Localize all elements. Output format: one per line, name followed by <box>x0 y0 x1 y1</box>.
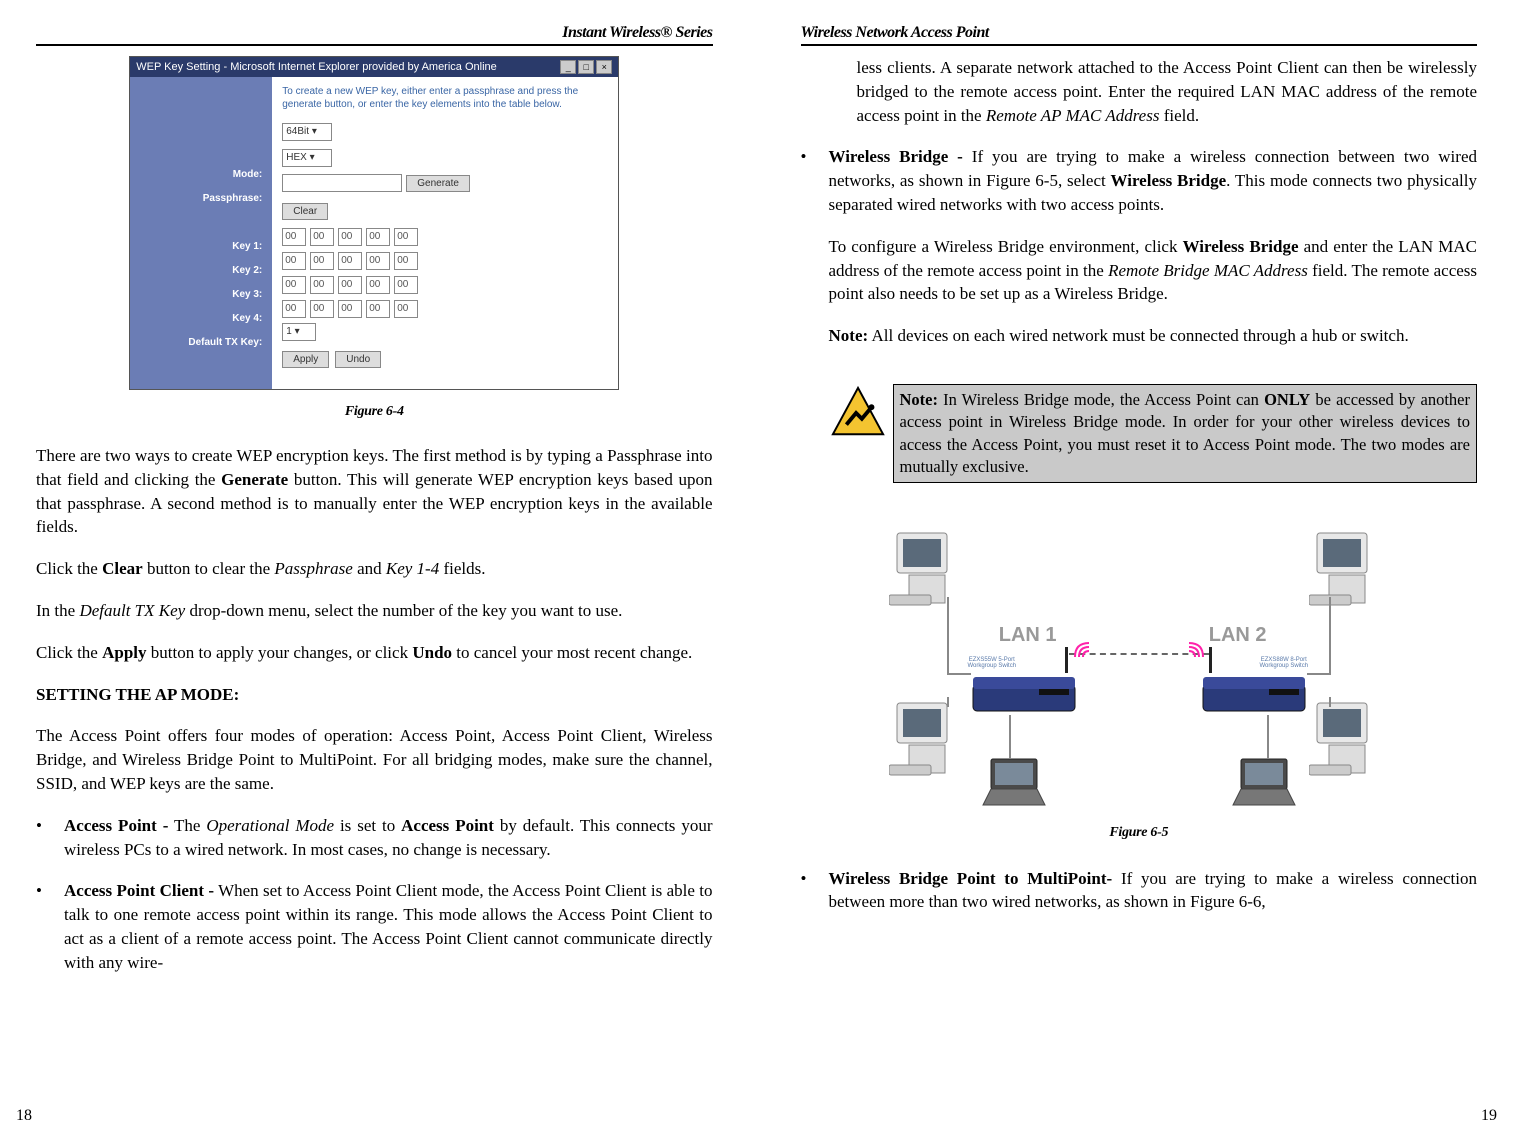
bullet-text: Wireless Bridge Point to MultiPoint- If … <box>829 867 1478 915</box>
maximize-button[interactable]: □ <box>578 60 594 74</box>
router-icon <box>969 667 1079 717</box>
left-p4: Click the Apply button to apply your cha… <box>36 641 713 665</box>
bullet-marker: • <box>801 867 829 915</box>
window-buttons: _ □ × <box>560 60 612 74</box>
bullet-marker: • <box>801 145 829 366</box>
key4-4[interactable]: 00 <box>366 300 390 318</box>
bullet-access-point: • Access Point - The Operational Mode is… <box>36 814 713 862</box>
key2-2[interactable]: 00 <box>310 252 334 270</box>
key4-label: Key 4: <box>134 307 268 331</box>
form-instruction: To create a new WEP key, either enter a … <box>282 85 608 111</box>
generate-button[interactable]: Generate <box>406 175 470 192</box>
left-header: Instant Wireless® Series <box>36 24 713 46</box>
key3-4[interactable]: 00 <box>366 276 390 294</box>
key3-1[interactable]: 00 <box>282 276 306 294</box>
bullet-wb-multipoint: • Wireless Bridge Point to MultiPoint- I… <box>801 867 1478 915</box>
right-page-number: 19 <box>1481 1107 1497 1125</box>
figure-6-5-caption: Figure 6-5 <box>801 823 1478 843</box>
key4-row: 00 00 00 00 00 <box>282 297 608 321</box>
right-header: Wireless Network Access Point <box>801 24 1478 46</box>
form-labels-sidebar: Mode: Passphrase: Key 1: Key 2: Key 3: K… <box>130 77 272 389</box>
apply-button[interactable]: Apply <box>282 351 329 368</box>
key2-5[interactable]: 00 <box>394 252 418 270</box>
passphrase-input[interactable] <box>282 174 402 192</box>
key2-row: 00 00 00 00 00 <box>282 249 608 273</box>
bullet-marker: • <box>36 879 64 974</box>
left-page-number: 18 <box>16 1107 32 1125</box>
browser-title: WEP Key Setting - Microsoft Internet Exp… <box>136 61 497 73</box>
left-p3: In the Default TX Key drop-down menu, se… <box>36 599 713 623</box>
figure-6-4-caption: Figure 6-4 <box>36 404 713 420</box>
laptop-icon <box>1229 757 1299 807</box>
signal-icon <box>1179 633 1207 661</box>
key3-2[interactable]: 00 <box>310 276 334 294</box>
signal-icon <box>1071 633 1099 661</box>
key4-1[interactable]: 00 <box>282 300 306 318</box>
pc-icon <box>889 697 969 777</box>
close-button[interactable]: × <box>596 60 612 74</box>
antenna-icon <box>1065 647 1068 673</box>
browser-titlebar: WEP Key Setting - Microsoft Internet Exp… <box>130 57 618 77</box>
key2-label: Key 2: <box>134 259 268 283</box>
right-p1: less clients. A separate network attache… <box>801 56 1478 127</box>
left-p2: Click the Clear button to clear the Pass… <box>36 557 713 581</box>
key1-row: 00 00 00 00 00 <box>282 225 608 249</box>
key1-5[interactable]: 00 <box>394 228 418 246</box>
wb-para2: To configure a Wireless Bridge environme… <box>829 235 1478 306</box>
minimize-button[interactable]: _ <box>560 60 576 74</box>
key3-label: Key 3: <box>134 283 268 307</box>
key1-label: Key 1: <box>134 235 268 259</box>
figure-6-5: LAN 1 LAN 2 EZXS55W 5-Port Workgroup Swi… <box>879 497 1399 817</box>
pc-icon <box>1309 697 1389 777</box>
key3-5[interactable]: 00 <box>394 276 418 294</box>
key4-2[interactable]: 00 <box>310 300 334 318</box>
bullet-text: Access Point Client - When set to Access… <box>64 879 713 974</box>
setting-ap-mode-heading: SETTING THE AP MODE: <box>36 683 713 707</box>
wb-para3: Note: All devices on each wired network … <box>829 324 1478 348</box>
left-p5: The Access Point offers four modes of op… <box>36 724 713 795</box>
warning-icon <box>829 384 887 442</box>
key1-4[interactable]: 00 <box>366 228 390 246</box>
mode-label: Mode: <box>134 163 268 187</box>
bullet-text: Access Point - The Operational Mode is s… <box>64 814 713 862</box>
key3-row: 00 00 00 00 00 <box>282 273 608 297</box>
bullet-ap-client: • Access Point Client - When set to Acce… <box>36 879 713 974</box>
key1-2[interactable]: 00 <box>310 228 334 246</box>
lan2-label: LAN 2 <box>1209 621 1267 649</box>
lan1-label: LAN 1 <box>999 621 1057 649</box>
key2-4[interactable]: 00 <box>366 252 390 270</box>
router-icon <box>1199 667 1309 717</box>
key1-3[interactable]: 00 <box>338 228 362 246</box>
key4-3[interactable]: 00 <box>338 300 362 318</box>
clear-button[interactable]: Clear <box>282 203 328 220</box>
default-tx-key-select[interactable]: 1 ▾ <box>282 323 316 341</box>
figure-6-4: WEP Key Setting - Microsoft Internet Exp… <box>129 56 619 390</box>
key2-1[interactable]: 00 <box>282 252 306 270</box>
key4-5[interactable]: 00 <box>394 300 418 318</box>
key1-1[interactable]: 00 <box>282 228 306 246</box>
wb-para1: Wireless Bridge - If you are trying to m… <box>829 145 1478 216</box>
key3-3[interactable]: 00 <box>338 276 362 294</box>
left-p1: There are two ways to create WEP encrypt… <box>36 444 713 539</box>
pc-icon <box>889 527 969 607</box>
bullet-wireless-bridge: • Wireless Bridge - If you are trying to… <box>801 145 1478 366</box>
note-text: Note: In Wireless Bridge mode, the Acces… <box>893 384 1478 483</box>
antenna-icon <box>1209 647 1212 673</box>
key2-3[interactable]: 00 <box>338 252 362 270</box>
note-box: Note: In Wireless Bridge mode, the Acces… <box>829 384 1478 483</box>
laptop-icon <box>979 757 1049 807</box>
bits-select[interactable]: 64Bit ▾ <box>282 123 332 141</box>
bullet-marker: • <box>36 814 64 862</box>
undo-button[interactable]: Undo <box>335 351 381 368</box>
pc-icon <box>1309 527 1389 607</box>
default-tx-key-label: Default TX Key: <box>134 331 268 355</box>
mode-select[interactable]: HEX ▾ <box>282 149 332 167</box>
passphrase-label: Passphrase: <box>134 187 268 211</box>
